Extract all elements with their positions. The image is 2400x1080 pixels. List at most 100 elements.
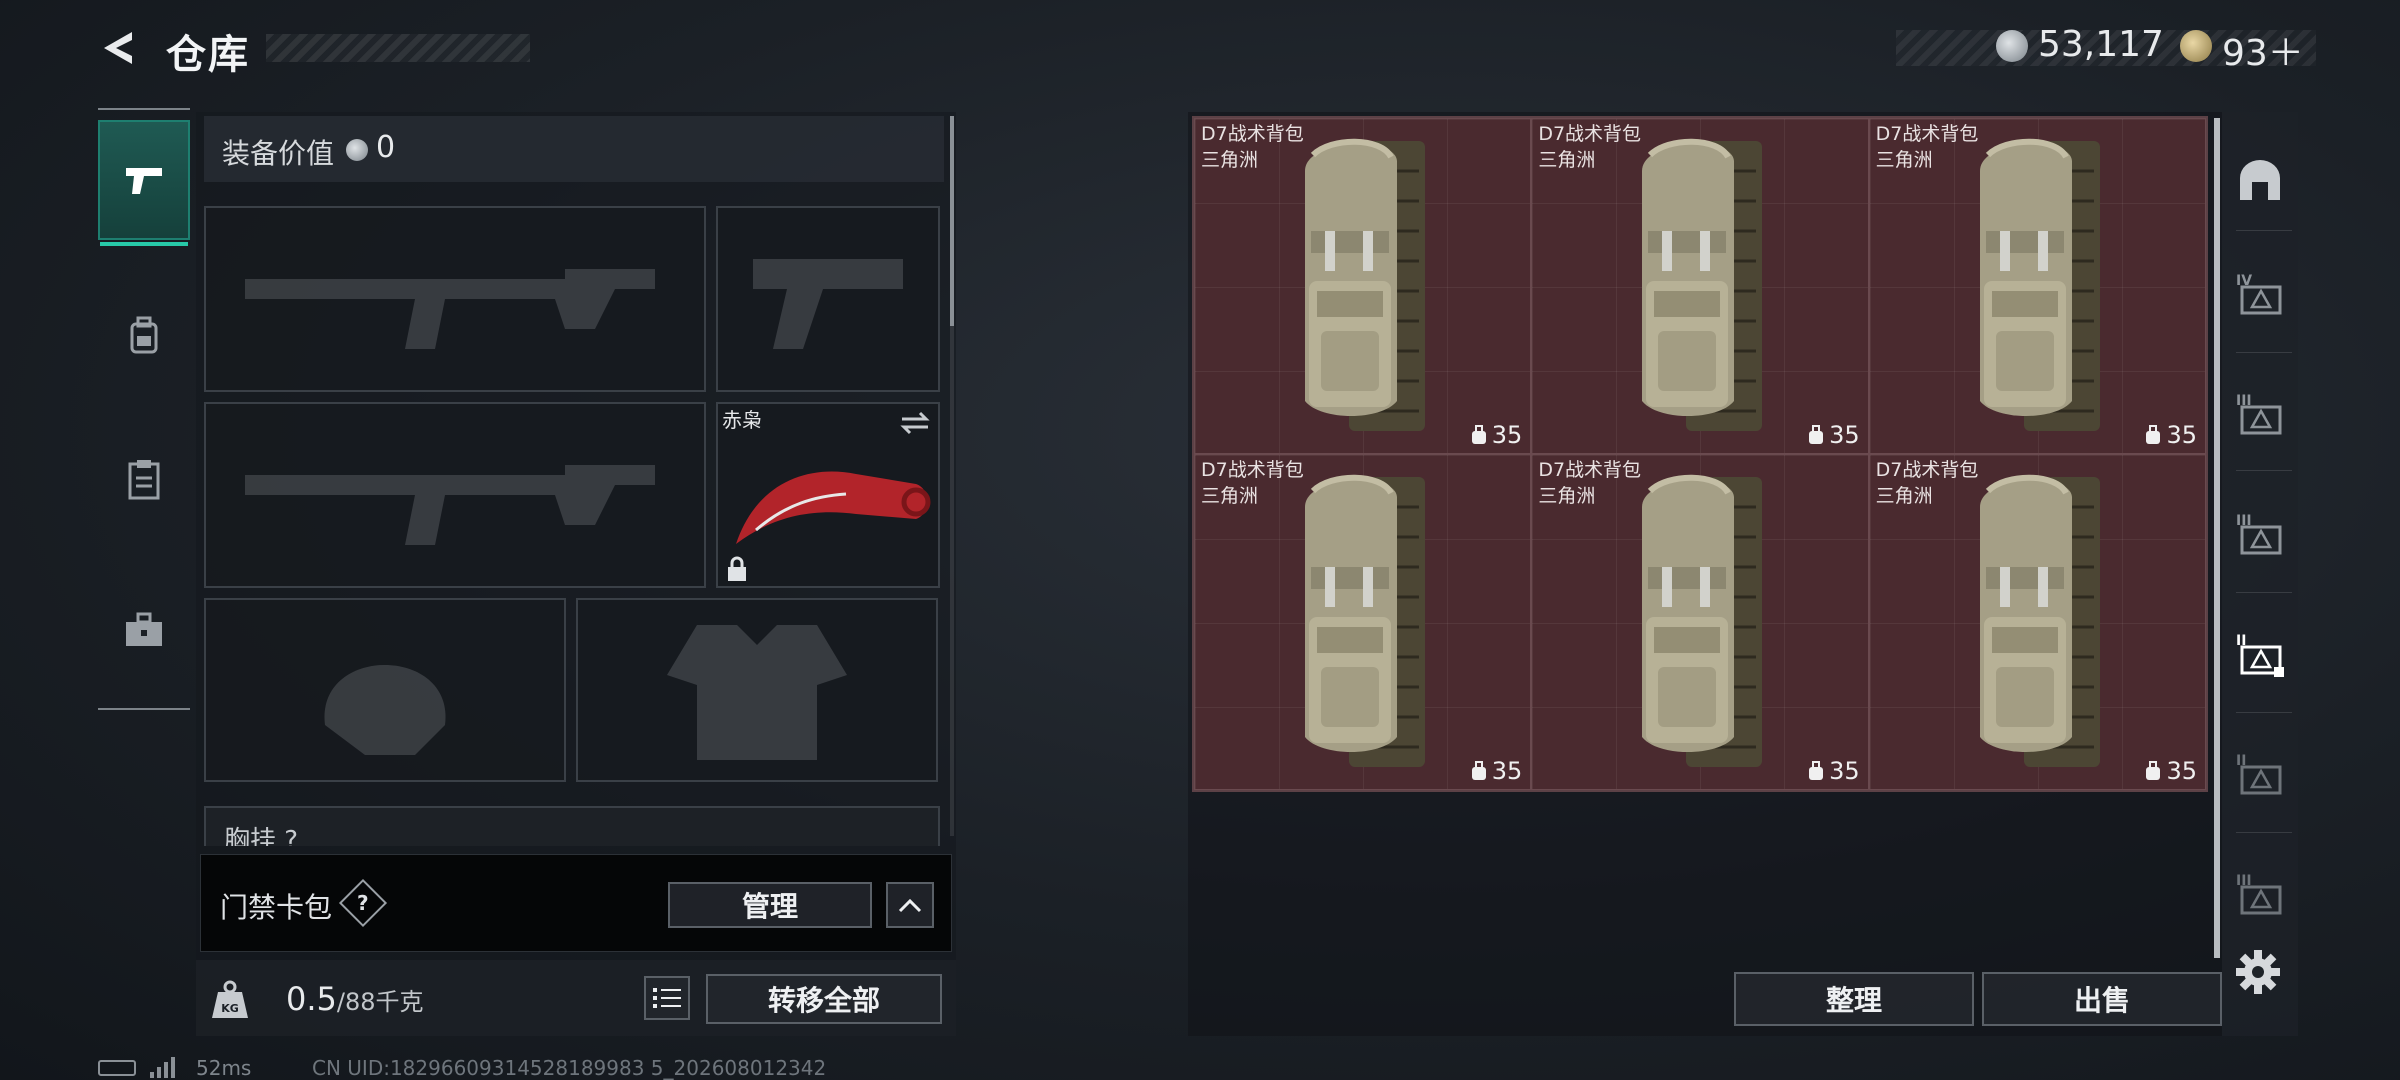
- backpack-icon: [1305, 138, 1425, 431]
- swap-icon[interactable]: [900, 410, 930, 436]
- armor-vest-icon: [667, 625, 847, 760]
- item-faction-tag: 三角洲: [1201, 149, 1259, 171]
- stash-scroll-thumb[interactable]: [2214, 118, 2220, 958]
- helmet-icon: [324, 665, 446, 755]
- svg-text:KG: KG: [221, 1002, 239, 1015]
- item-name: D7战术背包: [1538, 123, 1642, 145]
- stash-item[interactable]: D7战术背包 三角洲 35: [1194, 454, 1532, 790]
- item-name: D7战术背包: [1875, 459, 1979, 481]
- backpack-icon: [1642, 474, 1763, 767]
- gold-coin-icon: [2180, 30, 2212, 62]
- chest-rig-slot[interactable]: 胸挂 ?: [204, 806, 940, 846]
- pistol-icon: [753, 259, 903, 349]
- item-capacity: 35: [1470, 757, 1523, 785]
- stash-item[interactable]: D7战术背包 三角洲 35: [1868, 118, 2206, 454]
- tab-weapons[interactable]: [98, 120, 190, 246]
- storage-i-icon: III: [2236, 873, 2282, 915]
- weight-readout: 0.5/88千克: [286, 980, 424, 1018]
- backpack-icon: [130, 316, 158, 354]
- storage-iii-icon: III: [2236, 393, 2282, 435]
- gold-currency-amount[interactable]: 93＋: [2222, 24, 2304, 76]
- silver-currency-amount[interactable]: 53,117: [2038, 24, 2164, 65]
- primary-weapon-slot[interactable]: [204, 206, 706, 392]
- capacity-bag-icon: [1809, 425, 1824, 444]
- item-faction-tag: 三角洲: [1875, 149, 1933, 171]
- sidebar-divider: [2236, 832, 2292, 833]
- collapse-button[interactable]: [886, 882, 934, 928]
- stash-grid: D7战术背包 三角洲 35 D7战术背包 三角洲 35 D7战术背包 三角洲 3…: [1192, 116, 2208, 792]
- sidebar-divider: [2236, 592, 2292, 593]
- sell-button[interactable]: 出售: [1982, 972, 2222, 1026]
- sidebar-item-arch[interactable]: [2228, 148, 2292, 212]
- item-capacity: 35: [1807, 757, 1860, 785]
- back-arrow-icon: [104, 32, 132, 64]
- backpack-icon: [1979, 138, 2100, 431]
- sidebar-item-storage-ii[interactable]: II: [2228, 622, 2292, 686]
- capacity-bag-icon: [2146, 761, 2161, 780]
- tab-containers[interactable]: [98, 420, 190, 540]
- item-capacity: 35: [2144, 757, 2197, 785]
- item-name: D7战术背包: [1875, 123, 1979, 145]
- item-capacity: 35: [2144, 421, 2197, 449]
- item-capacity-value: 35: [1491, 421, 1523, 449]
- sidebar-item-storage-ii-alt[interactable]: II: [2228, 742, 2292, 806]
- pistol-icon: [126, 168, 162, 194]
- helmet-slot[interactable]: [204, 598, 566, 782]
- manage-button[interactable]: 管理: [668, 882, 872, 928]
- item-name: D7战术背包: [1538, 459, 1642, 481]
- item-faction-tag: 三角洲: [1538, 149, 1596, 171]
- backpack-icon: [1979, 474, 2100, 767]
- sidebar-divider: [2236, 712, 2292, 713]
- stash-item[interactable]: D7战术背包 三角洲 35: [1531, 118, 1869, 454]
- list-view-button[interactable]: [644, 976, 690, 1020]
- clipboard-icon: [128, 460, 160, 500]
- keycard-label: 门禁卡包: [220, 891, 333, 924]
- sidebar-item-storage-i[interactable]: III: [2228, 862, 2292, 926]
- sidebar-divider: [2236, 470, 2292, 471]
- equipment-scroll-thumb[interactable]: [950, 116, 954, 326]
- pistol-slot[interactable]: [716, 206, 940, 392]
- back-button[interactable]: [96, 24, 144, 72]
- battery-icon: [98, 1060, 136, 1076]
- page-title: 仓库: [166, 32, 250, 78]
- sort-button[interactable]: 整理: [1734, 972, 1974, 1026]
- tab-cases[interactable]: [98, 570, 190, 690]
- sidebar-item-storage-iii[interactable]: III: [2228, 382, 2292, 446]
- sidebar-item-storage-iv[interactable]: IV: [2228, 262, 2292, 326]
- item-capacity: 35: [1470, 421, 1523, 449]
- storage-ii-icon: II: [2236, 633, 2284, 677]
- sidebar-divider: [2236, 230, 2292, 231]
- storage-iv-icon: IV: [2236, 273, 2282, 315]
- stash-item[interactable]: D7战术背包 三角洲 35: [1868, 454, 2206, 790]
- equipment-value-label: 装备价值: [222, 137, 335, 170]
- item-capacity-value: 35: [1491, 757, 1523, 785]
- chest-rig-label: 胸挂 ?: [224, 826, 299, 846]
- backpack-icon: [1305, 474, 1425, 767]
- title-decoration: [266, 34, 530, 62]
- armor-slot[interactable]: [576, 598, 938, 782]
- settings-button[interactable]: [2234, 948, 2286, 1000]
- item-faction-tag: 三角洲: [1538, 485, 1596, 507]
- item-capacity-value: 35: [1829, 421, 1860, 449]
- weight-kg-icon: KG: [212, 980, 248, 1018]
- sidebar-item-storage-iii-alt[interactable]: III: [2228, 502, 2292, 566]
- rail-divider-top: [98, 108, 190, 110]
- equipment-value: 0: [376, 130, 396, 165]
- signal-icon: [150, 1056, 175, 1078]
- chevron-up-icon: [898, 898, 922, 913]
- item-name: D7战术背包: [1201, 459, 1304, 481]
- storage-iii-alt-icon: III: [2236, 513, 2282, 555]
- item-capacity-value: 35: [1829, 757, 1860, 785]
- rifle-icon: [245, 465, 655, 545]
- transfer-all-button[interactable]: 转移全部: [706, 974, 942, 1024]
- lock-icon: [728, 556, 746, 581]
- item-capacity-value: 35: [2166, 421, 2197, 449]
- rifle-icon: [245, 269, 655, 349]
- stash-item[interactable]: D7战术背包 三角洲 35: [1531, 454, 1869, 790]
- storage-ii-alt-icon: II: [2236, 753, 2282, 795]
- capacity-bag-icon: [1471, 425, 1486, 444]
- briefcase-icon: [126, 612, 162, 646]
- stash-item[interactable]: D7战术背包 三角洲 35: [1194, 118, 1532, 454]
- tab-backpack[interactable]: [98, 276, 190, 396]
- secondary-weapon-slot[interactable]: [204, 402, 706, 588]
